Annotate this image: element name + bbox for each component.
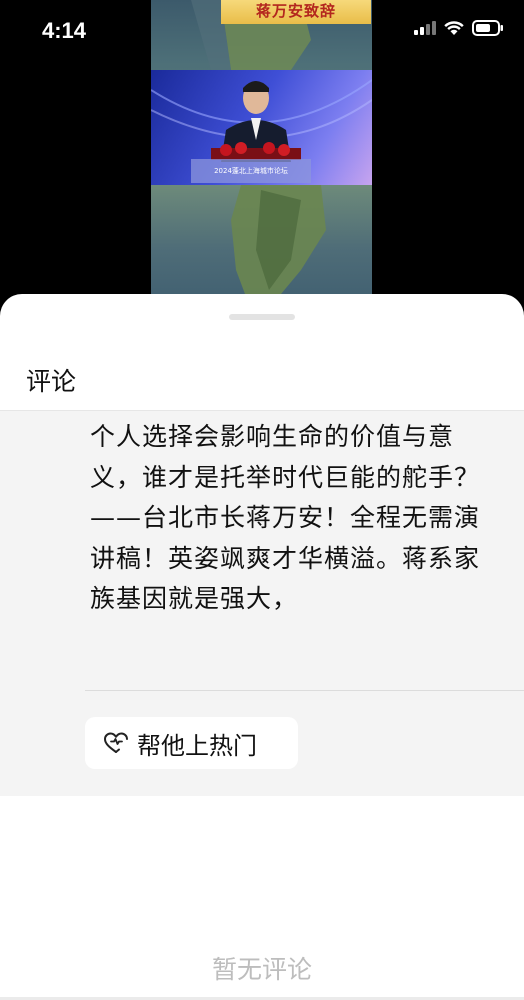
stage-scene: 2024蓬北上海城市论坛: [151, 70, 372, 185]
heart-plus-icon: [104, 732, 128, 753]
cellular-signal-icon: [414, 21, 436, 35]
sheet-title: 评论: [26, 367, 77, 396]
podium-sign: 2024蓬北上海城市论坛: [191, 159, 311, 183]
empty-comments-text: 暂无评论: [211, 955, 312, 984]
status-icons: [414, 20, 504, 36]
status-time: 4:14: [42, 18, 87, 43]
wifi-icon: [444, 20, 464, 35]
boost-button-label: 帮他上热门: [137, 731, 257, 760]
video-description-card: 个人选择会影响生命的价值与意义，谁才是托举时代巨能的舵手？——台北市长蒋万安！全…: [0, 411, 524, 796]
drag-handle[interactable]: [229, 314, 295, 320]
comments-sheet: 评论 个人选择会影响生命的价值与意义，谁才是托举时代巨能的舵手？——台北市长蒋万…: [0, 294, 524, 1000]
divider: [85, 690, 524, 691]
battery-icon: [472, 20, 503, 36]
boost-button[interactable]: 帮他上热门: [85, 717, 298, 769]
status-bar: 4:14: [0, 0, 524, 64]
video-description: 个人选择会影响生命的价值与意义，谁才是托举时代巨能的舵手？——台北市长蒋万安！全…: [90, 422, 481, 613]
